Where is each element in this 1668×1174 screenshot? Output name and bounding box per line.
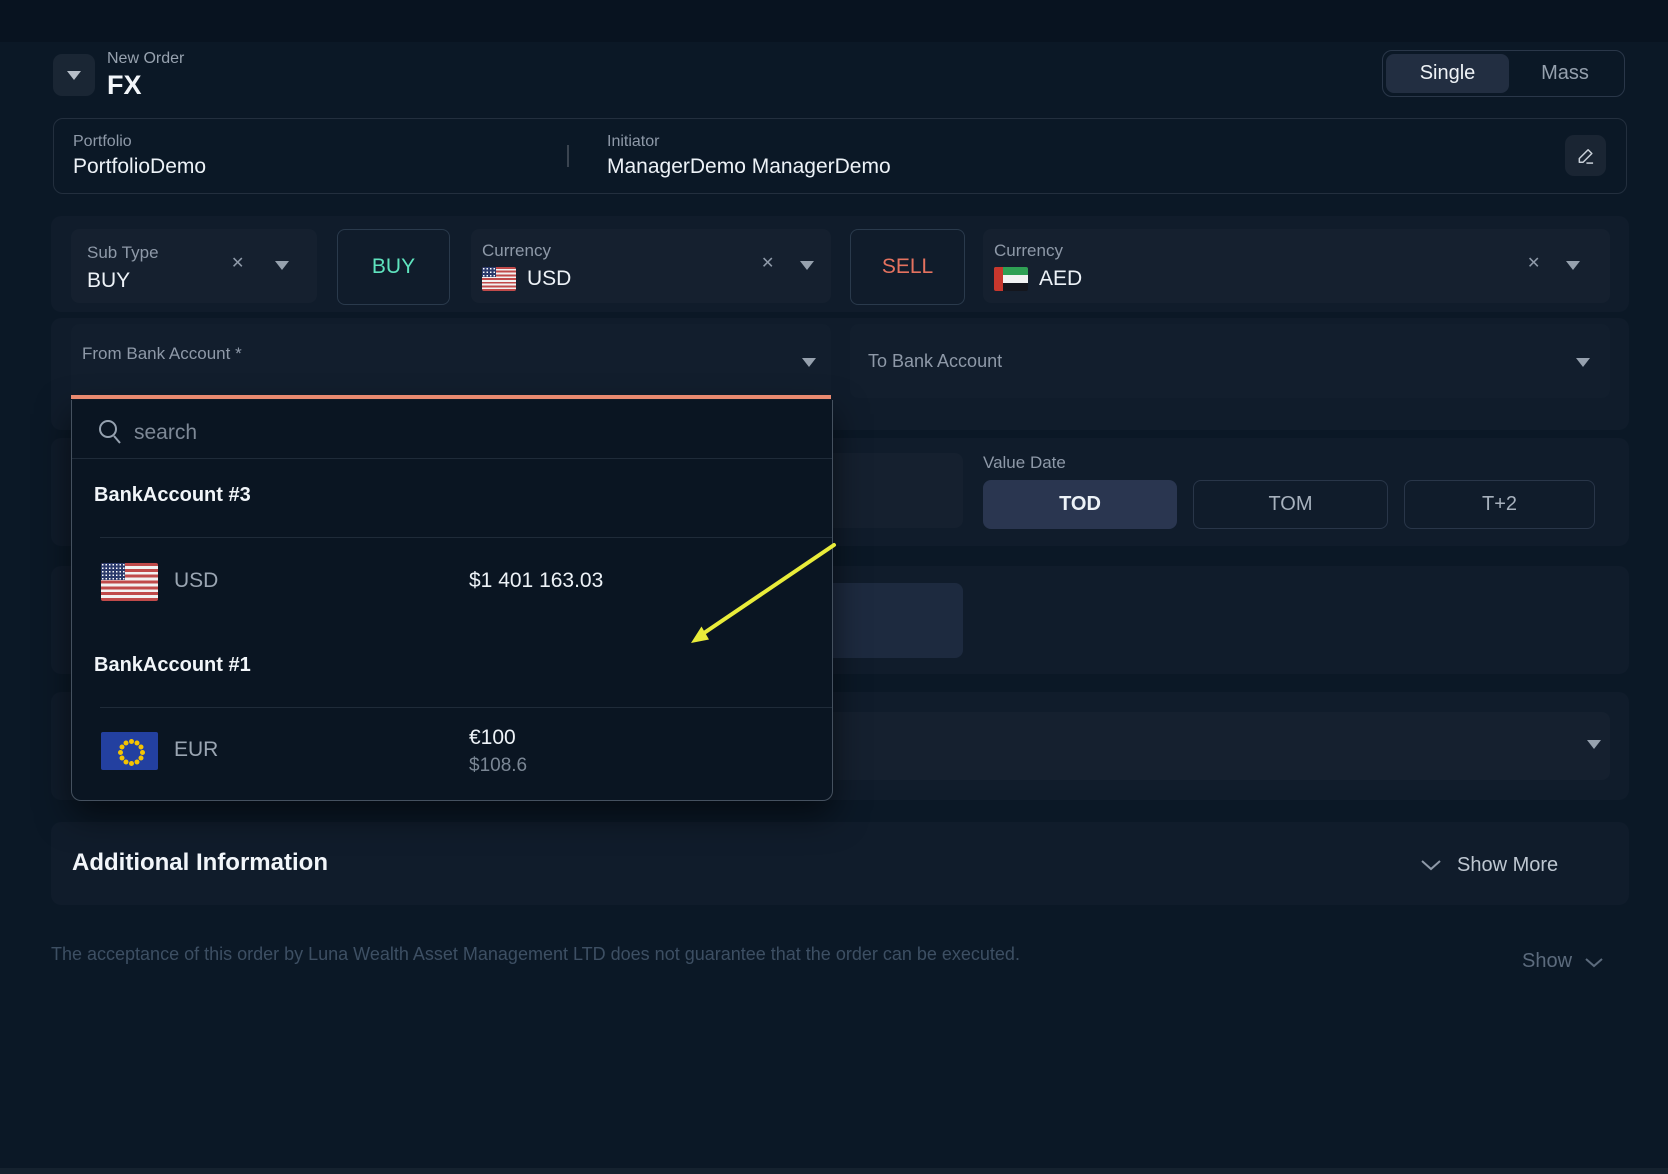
buy-side-button[interactable]: BUY	[337, 229, 450, 305]
from-bank-account-field[interactable]: From Bank Account *	[71, 324, 831, 398]
eu-flag-icon	[101, 732, 158, 770]
bank-account-group-header: BankAccount #1	[94, 654, 251, 677]
divider	[567, 145, 569, 167]
search-input[interactable]: search	[134, 421, 197, 445]
initiator-value[interactable]: ManagerDemo ManagerDemo	[607, 155, 891, 179]
clear-icon[interactable]: ✕	[761, 256, 774, 272]
portfolio-initiator-card: Portfolio PortfolioDemo Initiator Manage…	[53, 118, 1627, 194]
ae-flag-icon	[994, 267, 1028, 291]
toggle-single[interactable]: Single	[1386, 54, 1509, 93]
initiator-label: Initiator	[607, 132, 659, 151]
sell-side-button[interactable]: SELL	[850, 229, 965, 305]
additional-information-section: Additional Information Show More	[51, 822, 1629, 905]
sub-type-value: BUY	[87, 269, 130, 293]
value-date-tom-button[interactable]: TOM	[1193, 480, 1388, 529]
portfolio-label: Portfolio	[73, 132, 132, 151]
bank-account-option-eur[interactable]: EUR €100 $108.6	[72, 718, 832, 792]
value-date-label: Value Date	[983, 453, 1066, 472]
us-flag-icon	[101, 563, 158, 601]
chevron-down-icon[interactable]	[275, 261, 289, 270]
page-title: FX	[107, 70, 142, 101]
order-type-dropdown-button[interactable]	[53, 54, 95, 96]
sell-currency-field[interactable]: Currency AED ✕	[983, 229, 1610, 303]
chevron-down-icon[interactable]	[800, 261, 814, 270]
edit-button[interactable]	[1565, 135, 1606, 176]
account-amount: $1 401 163.03	[469, 569, 603, 593]
account-amount: €100	[469, 726, 516, 750]
portfolio-value[interactable]: PortfolioDemo	[73, 155, 206, 179]
chevron-down-icon[interactable]	[1587, 740, 1601, 749]
bank-account-dropdown-panel: search BankAccount #3 USD $1 401 163.03 …	[71, 400, 833, 801]
buy-currency-value: USD	[527, 267, 571, 291]
chevron-down-icon[interactable]	[802, 358, 816, 367]
toggle-mass[interactable]: Mass	[1509, 54, 1621, 93]
sell-currency-label: Currency	[994, 241, 1063, 260]
search-icon	[96, 417, 126, 447]
sub-type-label: Sub Type	[87, 243, 159, 262]
account-currency: USD	[174, 569, 218, 593]
buy-currency-field[interactable]: Currency USD ✕	[471, 229, 831, 303]
to-bank-account-field[interactable]: To Bank Account	[850, 324, 1610, 398]
show-label: Show	[1522, 950, 1572, 972]
bottom-strip	[0, 1168, 1668, 1174]
pencil-icon	[1576, 146, 1596, 166]
chevron-down-icon	[67, 71, 81, 80]
new-order-label: New Order	[107, 50, 184, 68]
sub-type-field[interactable]: Sub Type BUY ✕	[71, 229, 317, 303]
value-date-t2-button[interactable]: T+2	[1404, 480, 1595, 529]
chevron-down-icon[interactable]	[1566, 261, 1580, 270]
bank-account-group-header: BankAccount #3	[94, 484, 251, 507]
to-bank-account-label: To Bank Account	[868, 352, 1002, 371]
from-bank-account-label: From Bank Account *	[82, 344, 242, 363]
account-amount-secondary: $108.6	[469, 755, 527, 777]
bank-account-option-usd[interactable]: USD $1 401 163.03	[72, 550, 832, 616]
top-strip	[0, 0, 1668, 42]
chevron-down-icon	[1420, 858, 1442, 872]
us-flag-icon	[482, 267, 516, 291]
show-button[interactable]: Show	[1522, 950, 1604, 973]
disclaimer-text: The acceptance of this order by Luna Wea…	[51, 944, 1020, 965]
chevron-down-icon[interactable]	[1576, 358, 1590, 367]
clear-icon[interactable]: ✕	[231, 256, 244, 272]
account-currency: EUR	[174, 738, 218, 762]
fx-new-order-page: New Order FX Single Mass Portfolio Portf…	[0, 0, 1668, 1174]
show-more-label: Show More	[1457, 854, 1558, 877]
value-date-tod-button[interactable]: TOD	[983, 480, 1177, 529]
buy-currency-label: Currency	[482, 241, 551, 260]
clear-icon[interactable]: ✕	[1527, 256, 1540, 272]
focus-underline	[71, 395, 831, 399]
additional-information-title: Additional Information	[72, 849, 328, 877]
sell-currency-value: AED	[1039, 267, 1082, 291]
chevron-down-icon	[1584, 956, 1604, 969]
single-mass-toggle: Single Mass	[1382, 50, 1625, 97]
